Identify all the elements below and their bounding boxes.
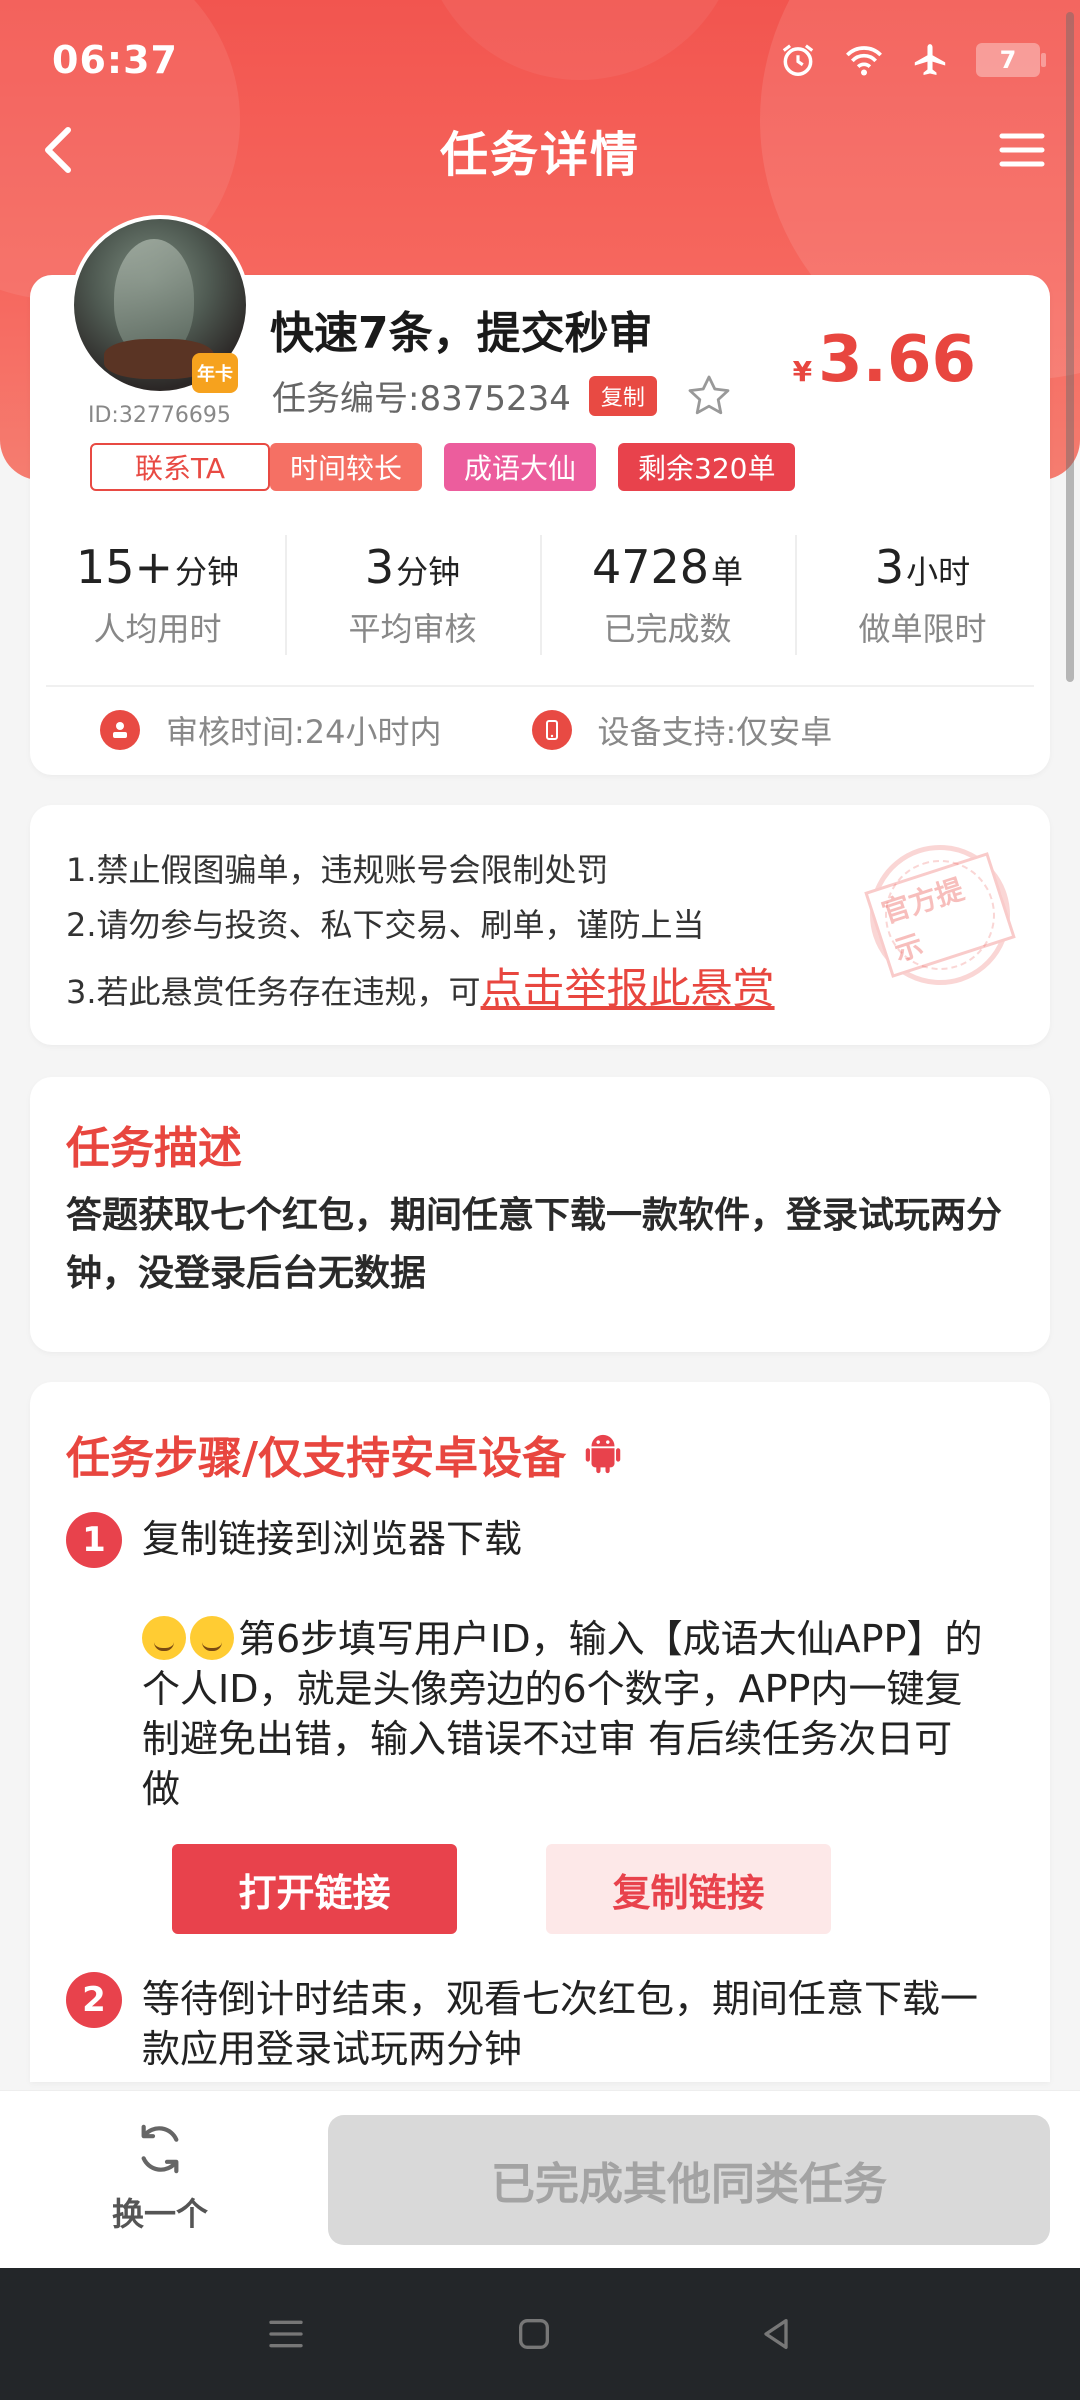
task-title: 快速7条，提交秒审 bbox=[270, 308, 653, 359]
back-nav-icon[interactable] bbox=[754, 2312, 798, 2356]
stat-label: 已完成数 bbox=[603, 610, 732, 648]
stat-value: 4728 bbox=[591, 540, 710, 594]
status-icons: 7 bbox=[778, 40, 1046, 80]
stats-row: 15+分钟 人均用时 3分钟 平均审核 4728单 已完成数 3小时 做单限时 bbox=[30, 525, 1050, 665]
price-value: 3.66 bbox=[818, 323, 976, 397]
completed-button[interactable]: 已完成其他同类任务 bbox=[328, 2115, 1050, 2245]
stamp-text: 官方提示 bbox=[864, 852, 1016, 978]
review-icon bbox=[100, 710, 140, 750]
task-code-row: 任务编号:8375234 复制 bbox=[272, 371, 733, 420]
price-currency: ¥ bbox=[792, 355, 813, 388]
switch-task-button[interactable]: 换一个 bbox=[90, 2121, 230, 2241]
nav-bar: 任务详情 bbox=[0, 110, 1080, 190]
grin-emoji-icon bbox=[190, 1616, 234, 1660]
stat-value: 3 bbox=[874, 540, 905, 594]
phone-icon bbox=[531, 710, 572, 750]
alarm-icon bbox=[778, 40, 818, 80]
status-time: 06:37 bbox=[52, 38, 178, 82]
recent-apps-icon[interactable] bbox=[264, 2312, 308, 2356]
open-link-button[interactable]: 打开链接 bbox=[172, 1844, 457, 1934]
contact-button[interactable]: 联系TA bbox=[90, 443, 270, 491]
kiss-emoji-icon bbox=[142, 1616, 186, 1660]
airplane-icon bbox=[910, 40, 950, 80]
tag-time: 时间较长 bbox=[270, 443, 423, 491]
step-note: 第6步填写用户ID，输入【成语大仙APP】的个人ID，就是头像旁边的6个数字，A… bbox=[142, 1614, 990, 1814]
notice-text: 3.若此悬赏任务存在违规，可 bbox=[66, 973, 481, 1011]
star-icon[interactable] bbox=[685, 372, 733, 420]
step-note-text: 第6步填写用户ID，输入【成语大仙APP】的个人ID，就是头像旁边的6个数字，A… bbox=[142, 1617, 983, 1811]
official-stamp: 官方提示 bbox=[851, 826, 1029, 1004]
page-title: 任务详情 bbox=[439, 127, 640, 183]
android-icon bbox=[580, 1431, 626, 1477]
refresh-icon bbox=[132, 2121, 188, 2181]
tag-list: 时间较长 成语大仙 剩余320单 bbox=[270, 443, 796, 491]
stat-unit: 单 bbox=[711, 553, 744, 591]
stat-label: 平均审核 bbox=[348, 610, 477, 648]
copy-link-button[interactable]: 复制链接 bbox=[546, 1844, 831, 1934]
step-text: 复制链接到浏览器下载 bbox=[142, 1517, 523, 1561]
stat-avg-review: 3分钟 平均审核 bbox=[285, 525, 540, 665]
task-info-card: 年卡 ID:32776695 联系TA 快速7条，提交秒审 任务编号:83752… bbox=[30, 215, 1050, 775]
stat-value: 3 bbox=[364, 540, 395, 594]
description-text: 答题获取七个红包，期间任意下载一款软件，登录试玩两分钟，没登录后台无数据 bbox=[66, 1195, 1003, 1294]
review-time: 审核时间:24小时内 bbox=[100, 707, 442, 753]
stat-unit: 分钟 bbox=[396, 553, 461, 591]
meta-row: 审核时间:24小时内 设备支持:仅安卓 bbox=[30, 695, 1050, 765]
vip-badge: 年卡 bbox=[192, 353, 238, 393]
back-arrow-icon[interactable] bbox=[30, 120, 90, 180]
notice-line: 1.禁止假图骗单，违规账号会限制处罚 bbox=[66, 851, 609, 889]
copy-code-button[interactable]: 复制 bbox=[588, 375, 657, 416]
menu-icon[interactable] bbox=[992, 120, 1052, 180]
task-code: 任务编号:8375234 bbox=[272, 379, 571, 419]
bottom-action-bar: 换一个 已完成其他同类任务 bbox=[0, 2090, 1080, 2268]
section-title: 任务描述 bbox=[66, 1123, 242, 1174]
divider bbox=[46, 685, 1034, 687]
notice-line: 3.若此悬赏任务存在违规，可点击举报此悬赏 bbox=[66, 955, 775, 1016]
stat-unit: 分钟 bbox=[175, 553, 240, 591]
steps-title: 任务步骤/仅支持安卓设备 bbox=[66, 1433, 567, 1484]
stat-label: 做单限时 bbox=[858, 610, 987, 648]
tag-app: 成语大仙 bbox=[444, 443, 597, 491]
stat-avg-time: 15+分钟 人均用时 bbox=[30, 525, 285, 665]
system-nav-bar bbox=[0, 2268, 1080, 2400]
battery-icon: 7 bbox=[976, 43, 1046, 77]
tag-remaining: 剩余320单 bbox=[618, 443, 796, 491]
stat-completed: 4728单 已完成数 bbox=[540, 525, 795, 665]
wifi-icon bbox=[844, 40, 884, 80]
notice-line: 2.请勿参与投资、私下交易、刷单，谨防上当 bbox=[66, 906, 705, 944]
review-time-text: 审核时间:24小时内 bbox=[166, 713, 442, 751]
step-text: 等待倒计时结束，观看七次红包，期间任意下载一款应用登录试玩两分钟 bbox=[142, 1977, 979, 2071]
switch-task-label: 换一个 bbox=[111, 2195, 208, 2233]
description-card: 任务描述 答题获取七个红包，期间任意下载一款软件，登录试玩两分钟，没登录后台无数… bbox=[30, 1077, 1050, 1352]
home-icon[interactable] bbox=[512, 2312, 556, 2356]
notice-card: 1.禁止假图骗单，违规账号会限制处罚 2.请勿参与投资、私下交易、刷单，谨防上当… bbox=[30, 805, 1050, 1045]
step-number: 2 bbox=[66, 1972, 122, 2028]
stat-unit: 小时 bbox=[906, 553, 971, 591]
steps-card: 任务步骤/仅支持安卓设备 1 复制链接到浏览器下载 第6步填写用户ID，输入【成… bbox=[30, 1382, 1050, 2082]
step-number: 1 bbox=[66, 1512, 122, 1568]
stat-time-limit: 3小时 做单限时 bbox=[795, 525, 1050, 665]
user-id: ID:32776695 bbox=[88, 403, 231, 428]
stat-value: 15+ bbox=[75, 540, 174, 594]
stat-label: 人均用时 bbox=[93, 610, 222, 648]
status-bar: 06:37 7 bbox=[52, 30, 1046, 90]
task-price: ¥ 3.66 bbox=[793, 323, 976, 397]
device-support-text: 设备支持:仅安卓 bbox=[597, 713, 833, 751]
section-title: 任务步骤/仅支持安卓设备 bbox=[66, 1422, 626, 1486]
report-link[interactable]: 点击举报此悬赏 bbox=[481, 964, 775, 1013]
device-support: 设备支持:仅安卓 bbox=[531, 707, 833, 753]
